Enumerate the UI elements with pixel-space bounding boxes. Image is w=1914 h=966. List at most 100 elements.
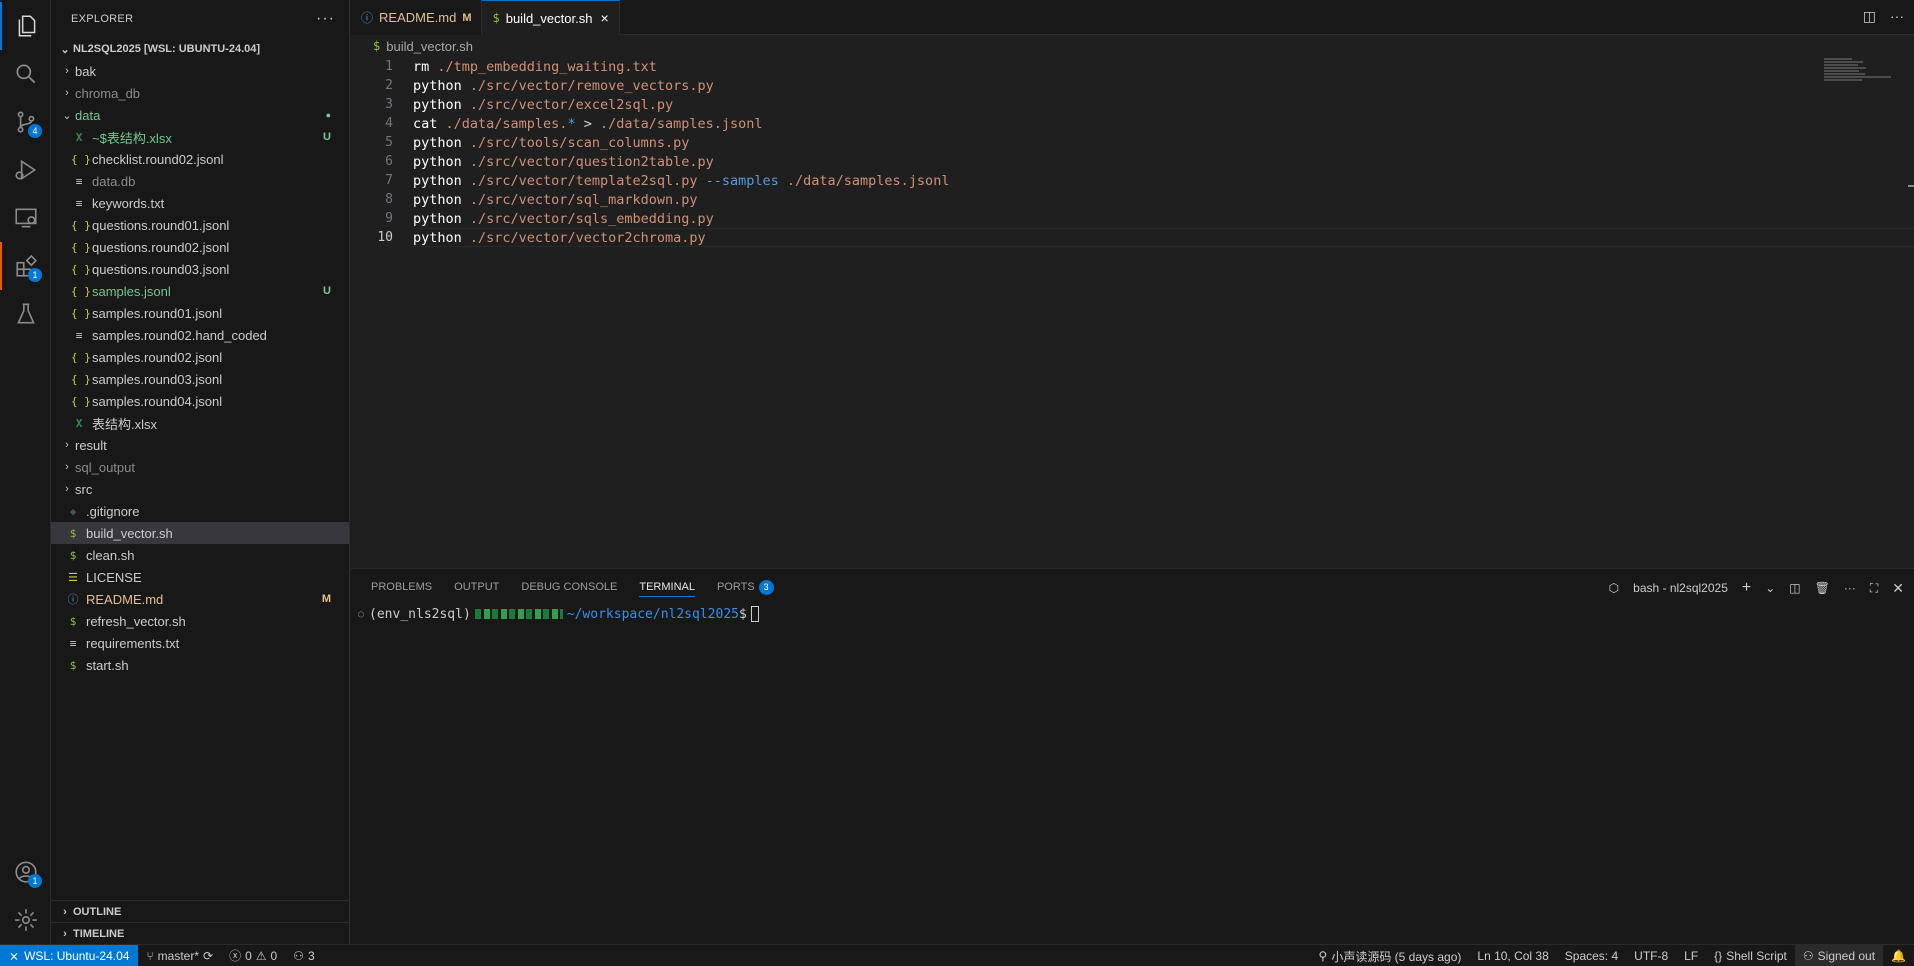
source-control-icon[interactable]: 4 [0, 98, 51, 146]
close-icon[interactable]: × [600, 10, 608, 26]
ports-count: 3 [308, 948, 315, 963]
tree-item[interactable]: { } samples.round02.jsonl [51, 346, 349, 368]
more-actions-icon[interactable]: ··· [316, 10, 335, 28]
notifications-icon[interactable]: 🔔 [1883, 945, 1914, 966]
code-line[interactable]: 10 python ./src/vector/vector2chroma.py [351, 228, 1914, 247]
tree-item[interactable]: ◆ .gitignore [51, 500, 349, 522]
tree-item[interactable]: › sql_output [51, 456, 349, 478]
code-line[interactable]: 9 python ./src/vector/sqls_embedding.py [351, 209, 1791, 228]
remote-explorer-icon[interactable] [0, 194, 51, 242]
tree-item[interactable]: ≡ keywords.txt [51, 192, 349, 214]
tree-item[interactable]: ⓘ README.md M [51, 588, 349, 610]
split-editor-icon[interactable]: ◫ [1863, 8, 1876, 25]
line-number: 9 [385, 211, 393, 226]
panel-tab-problems[interactable]: PROBLEMS [371, 569, 432, 605]
panel-tab-ports[interactable]: PORTS 3 [717, 569, 774, 605]
tree-item[interactable]: ≡ requirements.txt [51, 632, 349, 654]
code-token: python [413, 210, 470, 227]
tree-item[interactable]: ⌄ data ● [51, 104, 349, 126]
tree-item[interactable]: ≡ samples.round02.hand_coded [51, 324, 349, 346]
panel-tab-label: DEBUG CONSOLE [521, 581, 618, 593]
more-actions-icon[interactable]: ··· [1844, 581, 1856, 595]
explorer-icon[interactable] [0, 2, 51, 50]
account-status[interactable]: ⚇ Signed out [1794, 945, 1884, 966]
tree-item[interactable]: $ refresh_vector.sh [51, 610, 349, 632]
testing-icon[interactable] [0, 290, 51, 338]
cursor-position[interactable]: Ln 10, Col 38 [1469, 945, 1556, 966]
tree-item[interactable]: X ~$表结构.xlsx U [51, 126, 349, 148]
code-line[interactable]: 3 python ./src/vector/excel2sql.py [351, 95, 1791, 114]
search-icon[interactable] [0, 50, 51, 98]
language-mode[interactable]: {} Shell Script [1706, 945, 1795, 966]
git-blame[interactable]: ⚲ 小声读源码 (5 days ago) [1311, 945, 1470, 966]
tree-item[interactable]: › chroma_db [51, 82, 349, 104]
code-line[interactable]: 6 python ./src/vector/question2table.py [351, 152, 1791, 171]
tree-item[interactable]: › bak [51, 60, 349, 82]
panel-tab-label: PORTS [716, 581, 755, 593]
code-line[interactable]: 7 python ./src/vector/template2sql.py --s… [351, 171, 1791, 190]
code-line[interactable]: 8 python ./src/vector/sql_markdown.py [351, 190, 1791, 209]
tree-item[interactable]: { } checklist.round02.jsonl [51, 148, 349, 170]
terminal-name[interactable]: bash - nl2sql2025 [1633, 581, 1728, 595]
chevron-right-icon: › [65, 439, 69, 451]
encoding[interactable]: UTF-8 [1626, 945, 1676, 966]
code-token: ./src/vector/sql_markdown.py [469, 191, 698, 208]
tree-item[interactable]: › result [51, 434, 349, 456]
code-line[interactable]: 2 python ./src/vector/remove_vectors.py [351, 76, 1791, 95]
tree-item[interactable]: › src [51, 478, 349, 500]
new-terminal-icon[interactable]: + [1742, 579, 1751, 597]
tree-item[interactable]: $ build_vector.sh [51, 522, 349, 544]
tree-item[interactable]: { } questions.round02.jsonl [51, 236, 349, 258]
chevron-down-icon[interactable]: ⌄ [1765, 581, 1775, 595]
terminal-prompt[interactable]: ○ (env_nls2sql) ~/workspace/nl2sql2025 $ [351, 605, 1914, 623]
breadcrumb[interactable]: $ build_vector.sh [351, 35, 1914, 57]
code-line[interactable]: 1 rm ./tmp_embedding_waiting.txt [351, 57, 1791, 76]
timeline-section[interactable]: › TIMELINE [51, 922, 350, 944]
tab-build-vector[interactable]: $ build_vector.sh × [482, 0, 620, 35]
code-editor[interactable]: 1 rm ./tmp_embedding_waiting.txt 2 python .… [351, 57, 1914, 247]
remote-indicator[interactable]: ⨯ WSL: Ubuntu-24.04 [0, 944, 139, 966]
code-line[interactable]: 5 python ./src/tools/scan_columns.py [351, 133, 1791, 152]
account-icon[interactable]: 1 [0, 848, 51, 896]
ports-indicator[interactable]: ⚇ 3 [285, 945, 322, 966]
branch-label: master* [157, 948, 200, 963]
branch-indicator[interactable]: ⑂ master* ⟳ [138, 945, 221, 966]
line-content: python ./src/vector/sqls_embedding.py [393, 211, 714, 227]
gear-icon[interactable] [0, 896, 51, 944]
minimap[interactable] [1824, 58, 1894, 83]
more-actions-icon[interactable]: ··· [1890, 8, 1904, 25]
tree-item[interactable]: $ start.sh [51, 654, 349, 676]
tree-item[interactable]: { } samples.round03.jsonl [51, 368, 349, 390]
trash-icon[interactable]: 🗑 [1815, 581, 1830, 595]
tree-item[interactable]: X 表结构.xlsx [51, 412, 349, 434]
problems-indicator[interactable]: ⓧ 0 ⚠ 0 [221, 945, 285, 966]
tree-item[interactable]: { } samples.round04.jsonl [51, 390, 349, 412]
maximize-icon[interactable]: ⛶ [1870, 581, 1878, 596]
indentation[interactable]: Spaces: 4 [1557, 945, 1626, 966]
split-terminal-icon[interactable]: ◫ [1789, 581, 1800, 595]
tree-item[interactable]: { } samples.round01.jsonl [51, 302, 349, 324]
scrollbar-marker [1908, 185, 1914, 187]
tree-item[interactable]: ≡ data.db [51, 170, 349, 192]
extensions-icon[interactable]: 1 [0, 242, 51, 290]
panel-tab-terminal[interactable]: TERMINAL [639, 569, 695, 605]
tab-readme[interactable]: ⓘ README.md M [351, 0, 483, 35]
tree-item[interactable]: { } questions.round01.jsonl [51, 214, 349, 236]
git-status-decoration: ● [325, 110, 331, 120]
run-debug-icon[interactable] [0, 146, 51, 194]
panel-tab-output[interactable]: OUTPUT [454, 569, 499, 605]
code-token: python [413, 96, 470, 113]
tree-item[interactable]: { } samples.jsonl U [51, 280, 349, 302]
outline-section[interactable]: › OUTLINE [51, 900, 350, 922]
tree-item[interactable]: ☰ LICENSE [51, 566, 349, 588]
tree-item-label: questions.round02.jsonl [92, 239, 230, 255]
sync-icon: ⟳ [203, 948, 214, 963]
timeline-label: TIMELINE [73, 927, 125, 940]
code-line[interactable]: 4 cat ./data/samples.* > ./data/samples.j… [351, 114, 1791, 133]
panel-tab-debug-console[interactable]: DEBUG CONSOLE [521, 569, 617, 605]
tree-item[interactable]: $ clean.sh [51, 544, 349, 566]
end-of-line[interactable]: LF [1676, 945, 1706, 966]
workspace-header[interactable]: ⌄ NL2SQL2025 [WSL: UBUNTU-24.04] [51, 38, 349, 60]
close-panel-icon[interactable]: ✕ [1892, 580, 1904, 597]
tree-item[interactable]: { } questions.round03.jsonl [51, 258, 349, 280]
